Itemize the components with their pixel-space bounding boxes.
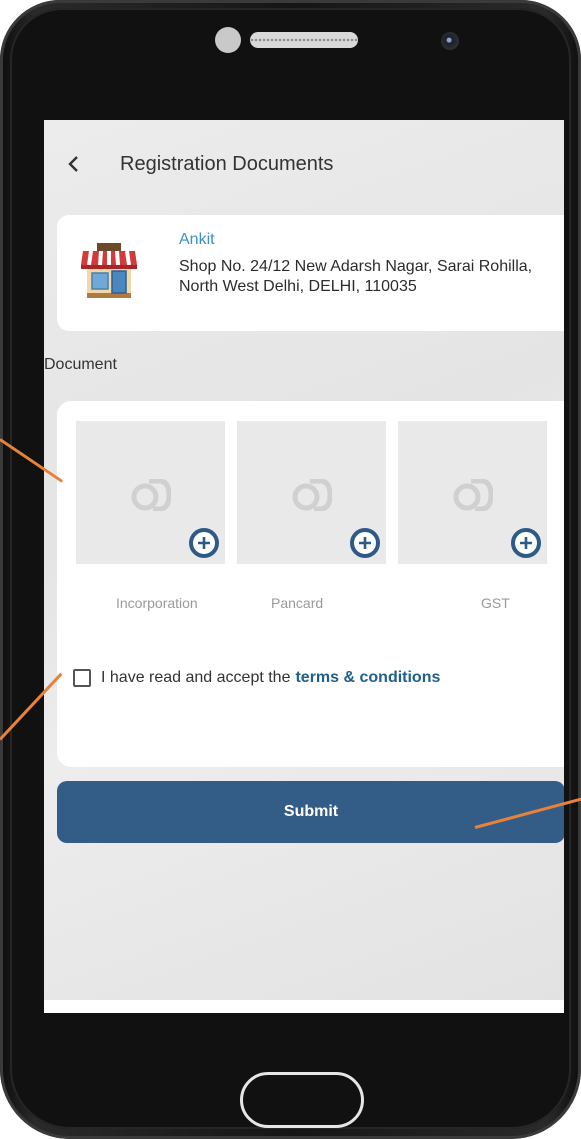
placeholder-logo-icon [453,479,493,511]
plus-icon [198,537,210,549]
screen-bottom-bar [44,1000,564,1013]
app-screen: Registration Documents Ankit Shop No. 24… [44,120,564,1013]
home-button[interactable] [240,1072,364,1128]
app-header: Registration Documents [44,144,564,184]
back-button[interactable] [44,144,104,184]
add-gst-button[interactable] [511,528,541,558]
doc-label-pancard: Pancard [271,595,324,611]
doc-tile-gst[interactable] [398,421,547,564]
placeholder-logo-icon [292,479,332,511]
phone-frame: Registration Documents Ankit Shop No. 24… [0,0,581,1139]
terms-row: I have read and accept the terms & condi… [73,665,440,691]
doc-tile-pancard[interactable] [237,421,386,564]
doc-tile-incorporation[interactable] [76,421,225,564]
terms-link[interactable]: terms & conditions [295,669,440,687]
placeholder-logo-icon [131,479,171,511]
chevron-left-icon [68,156,78,172]
shop-address: Shop No. 24/12 New Adarsh Nagar, Sarai R… [179,258,533,295]
add-pancard-button[interactable] [350,528,380,558]
front-camera-icon [441,32,459,50]
add-incorporation-button[interactable] [189,528,219,558]
shop-owner-name: Ankit [179,231,215,248]
doc-label-gst: GST [481,595,510,611]
terms-text: I have read and accept the [101,669,291,686]
shop-card: Ankit Shop No. 24/12 New Adarsh Nagar, S… [57,215,564,331]
storefront-icon [81,243,137,298]
documents-card: Incorporation Pancard GST I have read an… [57,401,564,767]
plus-icon [359,537,371,549]
document-section-label: Document [44,356,117,373]
proximity-sensor [215,27,241,53]
plus-icon [520,537,532,549]
submit-button[interactable]: Submit [57,781,564,843]
page-title: Registration Documents [120,152,334,175]
earpiece-speaker [250,32,358,48]
doc-label-incorporation: Incorporation [116,595,198,611]
terms-checkbox[interactable] [73,669,91,687]
